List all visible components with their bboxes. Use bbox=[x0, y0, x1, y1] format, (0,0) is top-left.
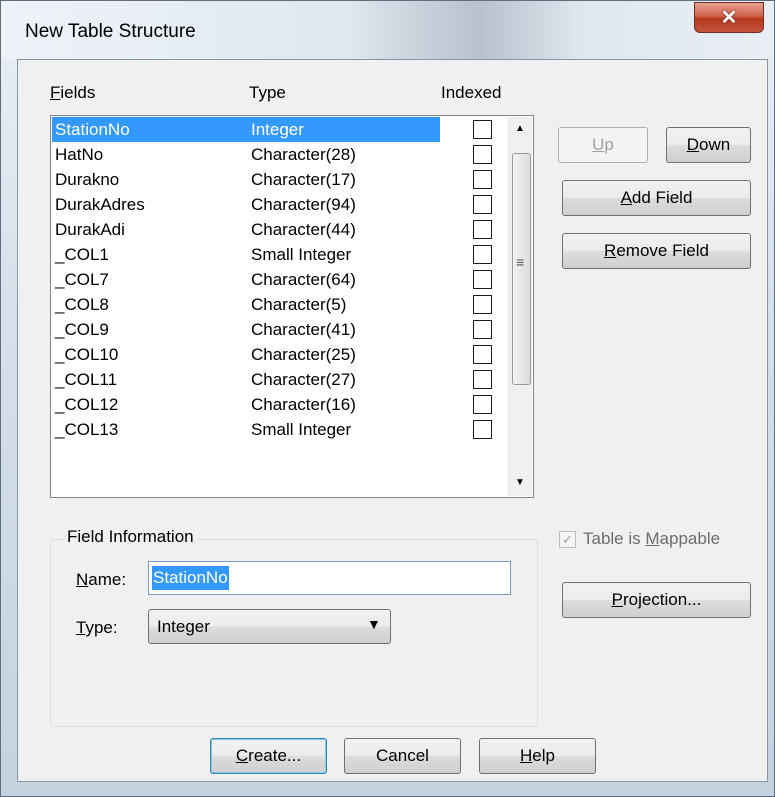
chevron-down-icon: ▼ bbox=[367, 616, 381, 632]
check-icon: ✓ bbox=[562, 532, 573, 547]
field-name: _COL11 bbox=[55, 370, 118, 389]
field-type: Integer bbox=[251, 120, 304, 139]
create-button[interactable]: Create... bbox=[210, 738, 327, 774]
field-row[interactable]: StationNo Integer bbox=[52, 117, 440, 142]
indexed-checkbox[interactable] bbox=[473, 245, 492, 264]
remove-field-button[interactable]: Remove Field bbox=[562, 233, 751, 269]
down-button[interactable]: Down bbox=[666, 127, 751, 163]
field-row[interactable]: _COL10 Character(25) bbox=[52, 342, 437, 367]
type-label: Type: bbox=[76, 618, 118, 637]
field-type: Character(5) bbox=[251, 295, 347, 314]
scroll-up-icon[interactable]: ▲ bbox=[515, 123, 525, 134]
field-row[interactable]: HatNo Character(28) bbox=[52, 142, 437, 167]
indexed-checkbox[interactable] bbox=[473, 295, 492, 314]
fields-list-scrollbar[interactable]: ▲ ≡ ▼ bbox=[508, 117, 532, 496]
indexed-checkbox[interactable] bbox=[473, 145, 492, 164]
field-type: Character(25) bbox=[251, 345, 356, 364]
indexed-column-header: Indexed bbox=[441, 83, 502, 102]
field-type: Character(28) bbox=[251, 145, 356, 164]
indexed-checkbox[interactable] bbox=[473, 320, 492, 339]
field-name: DurakAdres bbox=[55, 195, 145, 214]
name-label: Name: bbox=[76, 570, 127, 589]
table-is-mappable-label: Table is Mappable bbox=[583, 529, 721, 548]
close-button[interactable]: ✕ bbox=[694, 2, 764, 33]
name-input-value: StationNo bbox=[152, 566, 229, 590]
add-field-button[interactable]: Add Field bbox=[562, 180, 751, 216]
title-bar[interactable]: New Table Structure ✕ bbox=[1, 1, 774, 59]
field-row[interactable]: Durakno Character(17) bbox=[52, 167, 437, 192]
field-name: StationNo bbox=[55, 120, 130, 139]
fields-column-header: Fields bbox=[50, 83, 96, 102]
cancel-button[interactable]: Cancel bbox=[344, 738, 461, 774]
field-name: HatNo bbox=[55, 145, 104, 164]
field-name: _COL9 bbox=[55, 320, 109, 339]
up-button[interactable]: Up bbox=[558, 127, 648, 163]
field-name: _COL1 bbox=[55, 245, 109, 264]
field-row[interactable]: _COL9 Character(41) bbox=[52, 317, 437, 342]
fields-header-rest: ields bbox=[60, 83, 96, 102]
help-button[interactable]: Help bbox=[479, 738, 596, 774]
field-name: Durakno bbox=[55, 170, 120, 189]
new-table-structure-dialog: New Table Structure ✕ Fields Type Indexe… bbox=[0, 0, 775, 797]
projection-button[interactable]: Projection... bbox=[562, 582, 751, 618]
name-input[interactable]: StationNo bbox=[148, 561, 511, 595]
field-type: Small Integer bbox=[251, 245, 352, 264]
field-row[interactable]: _COL1 Small Integer bbox=[52, 242, 437, 267]
field-row[interactable]: _COL7 Character(64) bbox=[52, 267, 437, 292]
field-row[interactable]: DurakAdi Character(44) bbox=[52, 217, 437, 242]
indexed-checkbox[interactable] bbox=[473, 170, 492, 189]
field-type: Character(94) bbox=[251, 195, 356, 214]
indexed-checkbox[interactable] bbox=[473, 370, 492, 389]
scroll-grip-icon: ≡ bbox=[516, 254, 525, 270]
field-row[interactable]: _COL8 Character(5) bbox=[52, 292, 437, 317]
field-name: _COL8 bbox=[55, 295, 109, 314]
field-row[interactable]: _COL12 Character(16) bbox=[52, 392, 437, 417]
type-column-header: Type bbox=[249, 83, 286, 102]
field-row[interactable]: _COL13 Small Integer bbox=[52, 417, 437, 442]
indexed-checkbox[interactable] bbox=[473, 395, 492, 414]
field-type: Character(44) bbox=[251, 220, 356, 239]
indexed-checkbox[interactable] bbox=[473, 120, 492, 139]
field-type: Character(64) bbox=[251, 270, 356, 289]
field-row[interactable]: _COL11 Character(27) bbox=[52, 367, 437, 392]
indexed-checkbox[interactable] bbox=[473, 220, 492, 239]
type-select[interactable]: Integer ▼ bbox=[148, 609, 391, 644]
scroll-down-icon[interactable]: ▼ bbox=[515, 477, 525, 488]
scrollbar-thumb[interactable]: ≡ bbox=[512, 153, 531, 385]
close-icon: ✕ bbox=[720, 7, 738, 29]
field-name: _COL12 bbox=[55, 395, 119, 414]
field-name: _COL10 bbox=[55, 345, 119, 364]
indexed-checkbox[interactable] bbox=[473, 270, 492, 289]
field-name: _COL13 bbox=[55, 420, 119, 439]
field-information-legend: Field Information bbox=[64, 527, 197, 547]
field-type: Small Integer bbox=[251, 420, 352, 439]
indexed-checkbox[interactable] bbox=[473, 345, 492, 364]
field-name: DurakAdi bbox=[55, 220, 125, 239]
window-title: New Table Structure bbox=[25, 21, 196, 42]
field-type: Character(16) bbox=[251, 395, 356, 414]
field-type: Character(27) bbox=[251, 370, 356, 389]
field-type: Character(17) bbox=[251, 170, 356, 189]
type-select-value: Integer bbox=[157, 617, 210, 636]
dialog-client-area: Fields Type Indexed ▲ ≡ ▼ StationNo Integ… bbox=[17, 59, 768, 782]
field-row[interactable]: DurakAdres Character(94) bbox=[52, 192, 437, 217]
indexed-checkbox[interactable] bbox=[473, 420, 492, 439]
fields-list[interactable]: ▲ ≡ ▼ StationNo Integer HatNo Character(28)… bbox=[50, 115, 534, 498]
field-type: Character(41) bbox=[251, 320, 356, 339]
indexed-checkbox[interactable] bbox=[473, 195, 492, 214]
field-name: _COL7 bbox=[55, 270, 109, 289]
table-is-mappable-checkbox[interactable]: ✓ bbox=[559, 531, 576, 548]
